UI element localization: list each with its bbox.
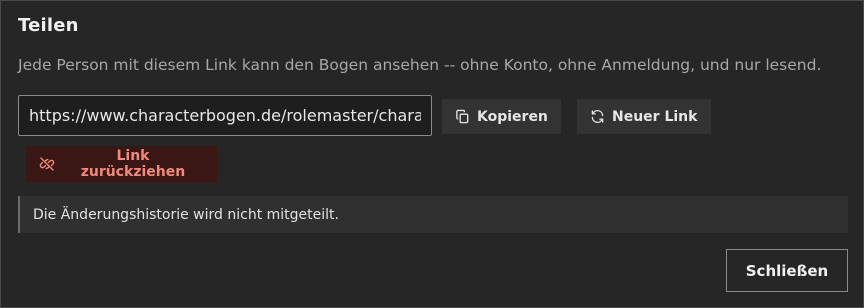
history-notice-text: Die Änderungshistorie wird nicht mitgete…: [33, 206, 339, 223]
refresh-icon: [591, 110, 604, 123]
copy-button-label: Kopieren: [477, 108, 548, 125]
share-dialog: Teilen Jede Person mit diesem Link kann …: [0, 0, 864, 308]
history-notice: Die Änderungshistorie wird nicht mitgete…: [18, 196, 848, 233]
copy-icon: [456, 109, 469, 124]
revoke-link-button[interactable]: Link zurückziehen: [26, 146, 217, 182]
dialog-description: Jede Person mit diesem Link kann den Bog…: [18, 56, 822, 74]
new-link-button-label: Neuer Link: [612, 108, 698, 125]
copy-button[interactable]: Kopieren: [442, 99, 561, 134]
close-button-label: Schließen: [745, 261, 829, 280]
new-link-button[interactable]: Neuer Link: [577, 99, 711, 134]
revoke-link-button-label: Link zurückziehen: [80, 148, 186, 180]
dialog-title: Teilen: [18, 15, 79, 36]
close-button[interactable]: Schließen: [726, 249, 848, 292]
link-off-icon: [39, 157, 55, 171]
share-link-field[interactable]: [18, 95, 432, 136]
